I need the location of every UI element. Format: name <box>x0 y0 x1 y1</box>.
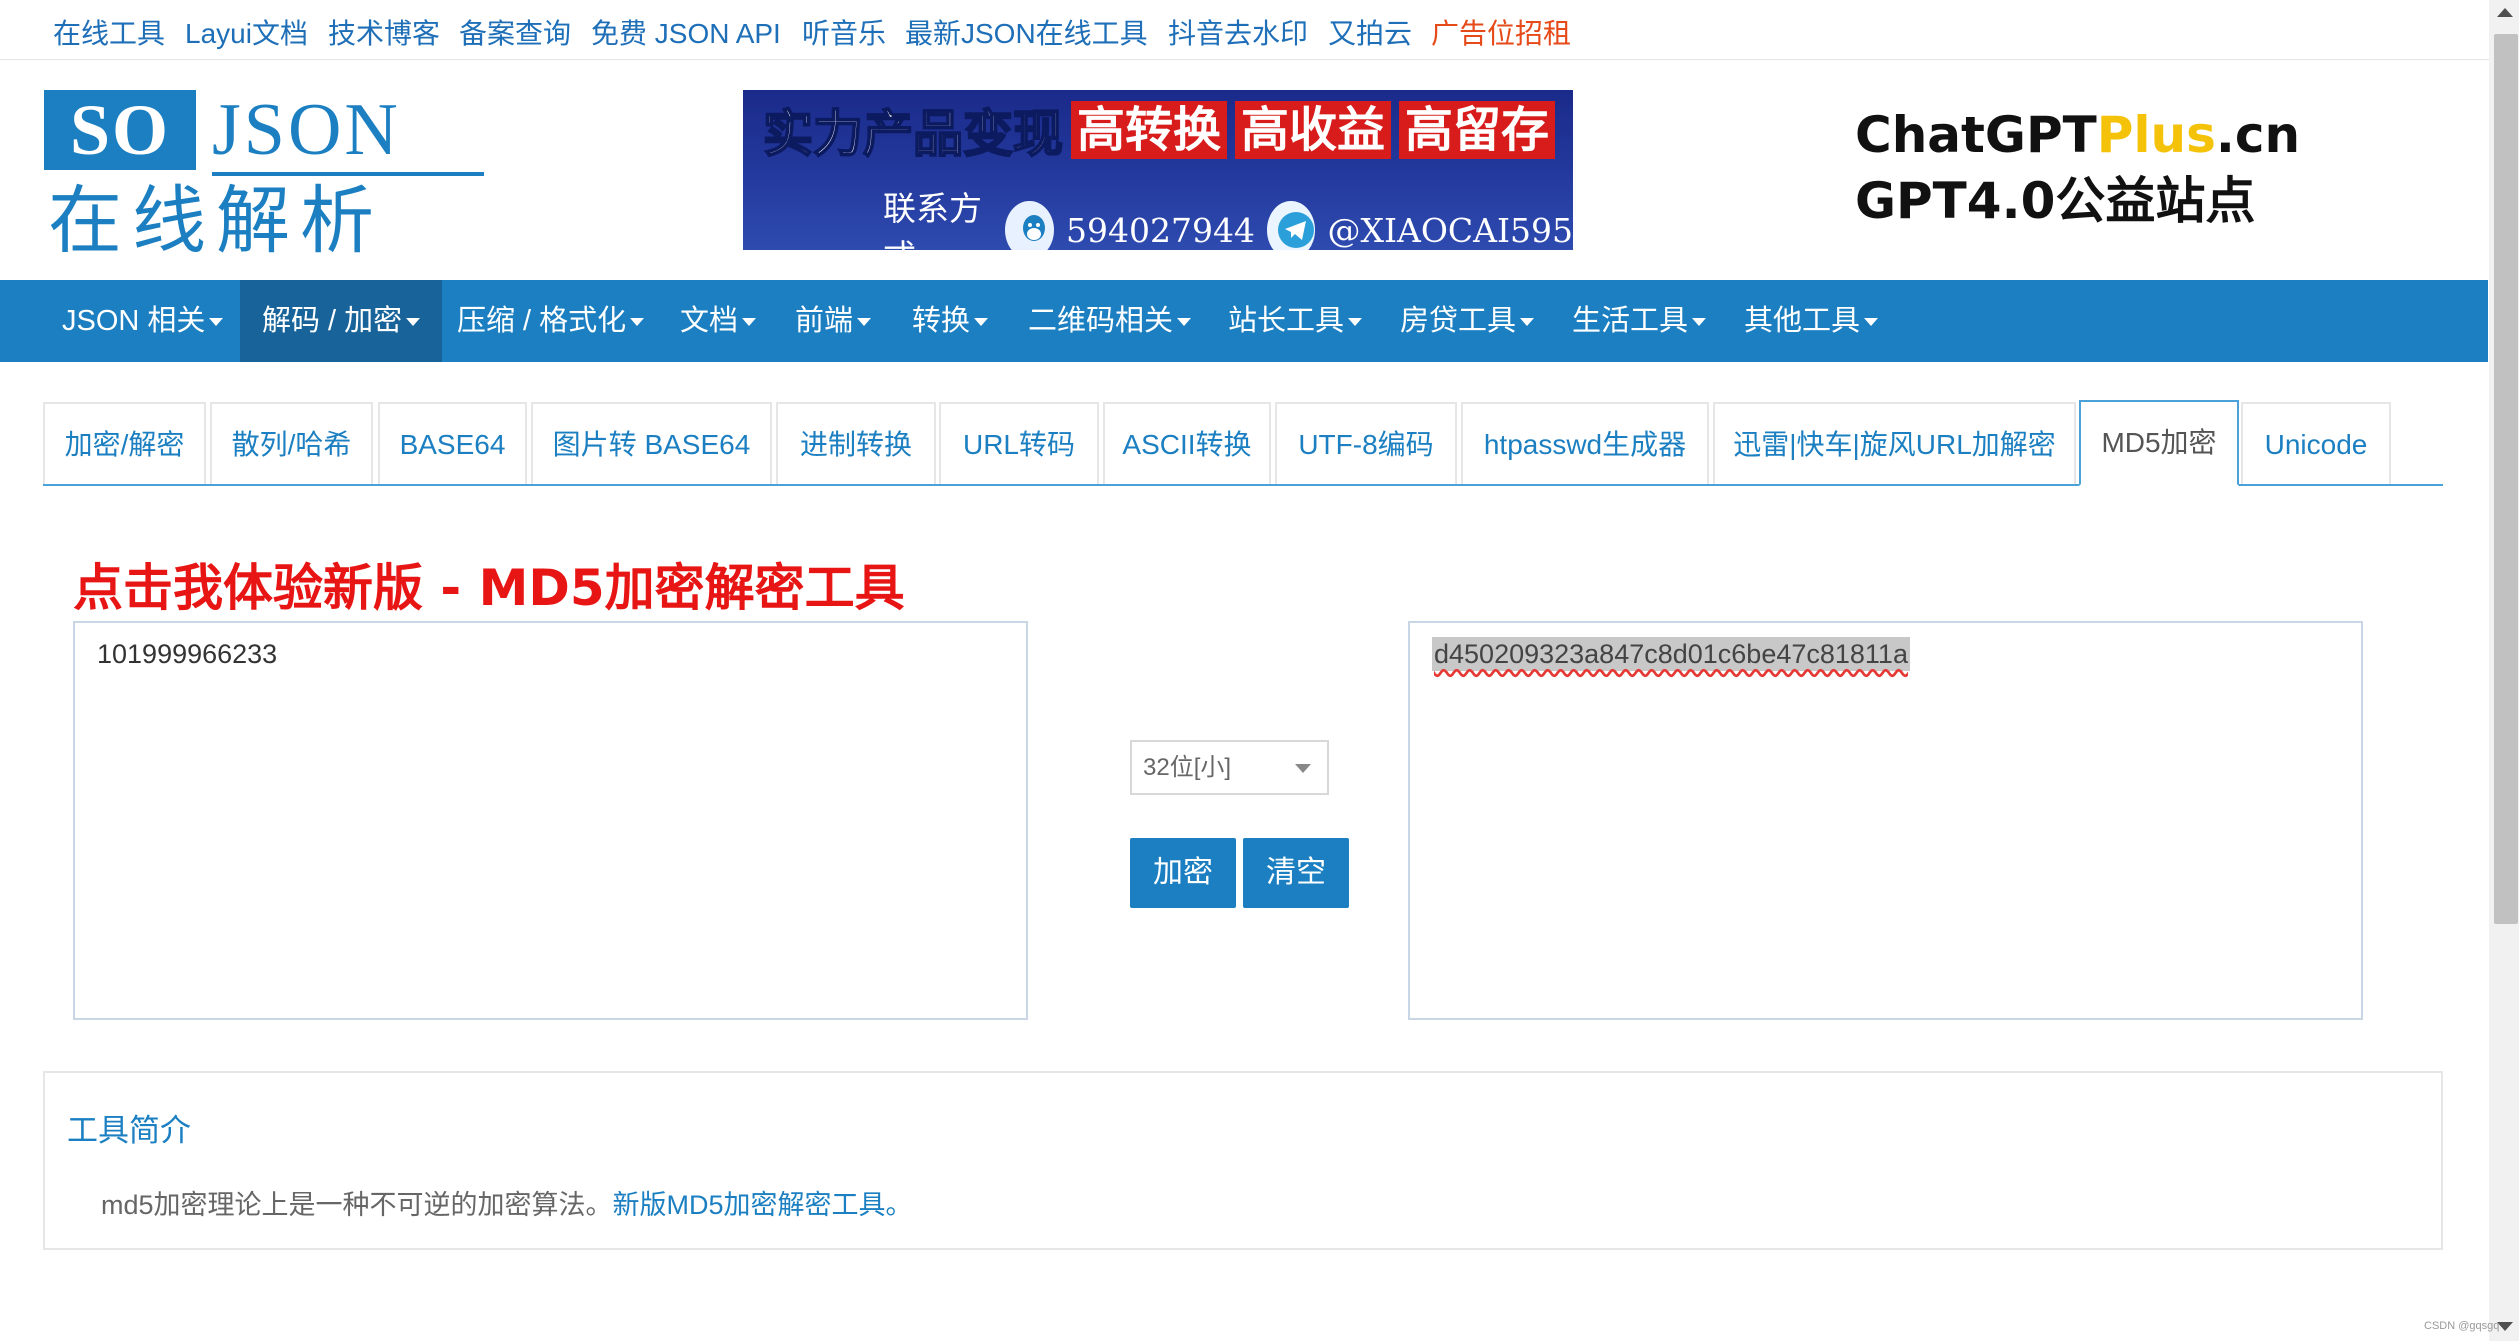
nav-item-frontend[interactable]: 前端 <box>773 280 893 362</box>
logo-cn-text: 在线解析 <box>48 178 384 264</box>
nav-item-compress-format[interactable]: 压缩 / 格式化 <box>435 280 666 362</box>
banner-tag: 高收益 <box>1235 101 1392 159</box>
scroll-down-arrow-icon[interactable] <box>2497 1322 2513 1331</box>
promo-plus: Plus <box>2096 106 2216 164</box>
tool-intro-panel: 工具简介 md5加密理论上是一种不可逆的加密算法。新版MD5加密解密工具。 <box>43 1071 2443 1250</box>
top-link-music[interactable]: 听音乐 <box>802 12 886 52</box>
new-version-link[interactable]: 点击我体验新版 - MD5加密解密工具 <box>73 548 905 620</box>
intro-title: 工具简介 <box>67 1113 191 1148</box>
banner-tag: 高转换 <box>1071 101 1228 159</box>
top-link-douyin-watermark[interactable]: 抖音去水印 <box>1168 12 1308 52</box>
top-link-free-json-api[interactable]: 免费 JSON API <box>591 12 781 52</box>
top-link-tech-blog[interactable]: 技术博客 <box>328 12 440 52</box>
select-value: 32位[小] <box>1143 754 1232 781</box>
encrypt-button[interactable]: 加密 <box>1130 838 1236 908</box>
caret-down-icon <box>406 318 421 326</box>
banner-lead: 实力产品变现 <box>762 104 1064 164</box>
banner-contact-label: 联系方式 <box>883 189 982 250</box>
md5-length-select[interactable]: 32位[小] <box>1130 740 1329 795</box>
logo-underline <box>212 172 484 176</box>
tab-htpasswd[interactable]: htpasswd生成器 <box>1461 402 1709 484</box>
intro-desc: md5加密理论上是一种不可逆的加密算法。新版MD5加密解密工具。 <box>101 1183 913 1222</box>
scroll-up-arrow-icon[interactable] <box>2497 8 2513 17</box>
nav-item-webmaster[interactable]: 站长工具 <box>1206 280 1384 362</box>
tab-url-encode[interactable]: URL转码 <box>939 402 1099 484</box>
tab-base64[interactable]: BASE64 <box>378 402 527 484</box>
top-link-icp-query[interactable]: 备案查询 <box>459 12 571 52</box>
top-link-new-json-tool[interactable]: 最新JSON在线工具 <box>905 12 1148 52</box>
top-links-bar: 在线工具 Layui文档 技术博客 备案查询 免费 JSON API 听音乐 最… <box>0 0 2490 60</box>
banner-qq: 594027944 <box>1065 210 1255 250</box>
tab-md5[interactable]: MD5加密 <box>2079 400 2239 486</box>
tab-thunder-url[interactable]: 迅雷|快车|旋风URL加解密 <box>1713 402 2076 484</box>
main-nav: JSON 相关 解码 / 加密 压缩 / 格式化 文档 前端 转换 二维码相关 … <box>0 280 2488 362</box>
top-link-online-tools[interactable]: 在线工具 <box>53 12 165 52</box>
nav-item-json[interactable]: JSON 相关 <box>40 280 245 362</box>
clear-button[interactable]: 清空 <box>1243 838 1349 908</box>
top-link-ad-space[interactable]: 广告位招租 <box>1431 12 1571 52</box>
input-textarea[interactable]: 101999966233 <box>73 621 1028 1020</box>
telegram-icon <box>1266 201 1316 250</box>
nav-item-docs[interactable]: 文档 <box>658 280 778 362</box>
scrollbar-thumb[interactable] <box>2494 34 2518 924</box>
promo-chatgpt: ChatGPT <box>1855 106 2097 164</box>
nav-item-decode-encrypt[interactable]: 解码 / 加密 <box>240 280 443 362</box>
nav-item-other[interactable]: 其他工具 <box>1722 280 1900 362</box>
promo-cn: .cn <box>2215 106 2301 164</box>
caret-down-icon <box>1692 318 1707 326</box>
caret-down-icon <box>630 318 645 326</box>
caret-down-icon <box>1177 318 1192 326</box>
output-textarea[interactable]: d450209323a847c8d01c6be47c81811a <box>1408 621 2363 1020</box>
caret-down-icon <box>209 318 224 326</box>
chatgpt-promo[interactable]: ChatGPTPlus.cn GPT4.0公益站点 <box>1855 102 2300 234</box>
intro-desc-text: md5加密理论上是一种不可逆的加密算法。 <box>101 1190 613 1220</box>
caret-down-icon <box>857 318 872 326</box>
nav-item-qrcode[interactable]: 二维码相关 <box>1006 280 1213 362</box>
nav-item-life[interactable]: 生活工具 <box>1550 280 1728 362</box>
chevron-down-icon <box>1295 764 1311 773</box>
intro-new-version-link[interactable]: 新版MD5加密解密工具。 <box>613 1190 913 1220</box>
banner-ad[interactable]: 实力产品变现 高转换 高收益 高留存 联系方式 594027944 @XIAOC… <box>743 90 1573 250</box>
logo-json: JSON <box>212 89 401 171</box>
output-text: d450209323a847c8d01c6be47c81811a <box>1432 637 1910 671</box>
tab-image-base64[interactable]: 图片转 BASE64 <box>531 402 772 484</box>
tab-utf8[interactable]: UTF-8编码 <box>1275 402 1457 484</box>
tab-ascii[interactable]: ASCII转换 <box>1103 402 1271 484</box>
tab-unicode[interactable]: Unicode <box>2241 402 2391 484</box>
caret-down-icon <box>742 318 757 326</box>
site-logo[interactable]: SO JSON 在线解析 <box>44 88 484 266</box>
tab-hash[interactable]: 散列/哈希 <box>210 402 373 484</box>
logo-so: SO <box>44 90 196 170</box>
tab-encrypt-decrypt[interactable]: 加密/解密 <box>43 402 206 484</box>
banner-telegram: @XIAOCAI595 <box>1327 210 1573 250</box>
banner-tag: 高留存 <box>1399 101 1556 159</box>
tab-radix[interactable]: 进制转换 <box>776 402 936 484</box>
caret-down-icon <box>974 318 989 326</box>
watermark: CSDN @gqsgq <box>2424 1320 2500 1332</box>
caret-down-icon <box>1348 318 1363 326</box>
qq-icon <box>1005 201 1054 250</box>
nav-item-mortgage[interactable]: 房贷工具 <box>1378 280 1556 362</box>
input-text: 101999966233 <box>97 639 278 669</box>
tool-tabs: 加密/解密 散列/哈希 BASE64 图片转 BASE64 进制转换 URL转码… <box>43 400 2443 486</box>
top-link-layui-docs[interactable]: Layui文档 <box>185 12 308 52</box>
caret-down-icon <box>1864 318 1879 326</box>
top-link-upyun[interactable]: 又拍云 <box>1328 12 1412 52</box>
nav-item-convert[interactable]: 转换 <box>890 280 1010 362</box>
caret-down-icon <box>1520 318 1535 326</box>
promo-line2: GPT4.0公益站点 <box>1855 172 2256 230</box>
